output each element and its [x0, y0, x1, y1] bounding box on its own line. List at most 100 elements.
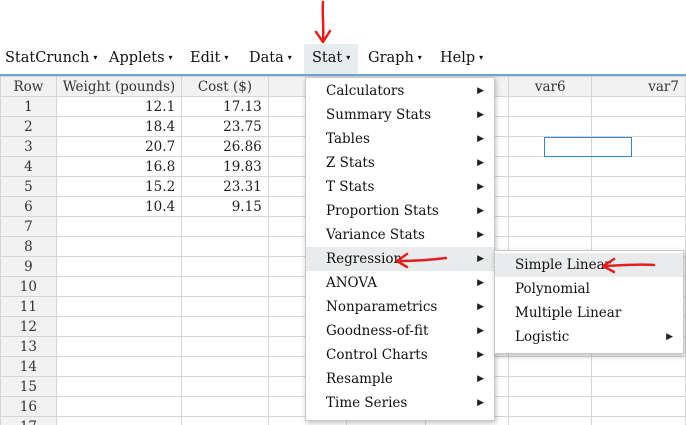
regression-menu-item-simple-linear[interactable]: Simple Linear	[495, 253, 683, 277]
weight-cell[interactable]: 20.7	[55, 136, 183, 157]
cost-cell[interactable]	[181, 376, 269, 397]
weight-cell[interactable]	[55, 396, 183, 417]
stat-menu-item-nonparametrics[interactable]: Nonparametrics ▶	[306, 295, 494, 319]
cost-cell[interactable]	[181, 276, 269, 297]
weight-cell[interactable]	[55, 416, 183, 425]
stat-menu-item-time-series[interactable]: Time Series ▶	[306, 391, 494, 415]
row-number-cell[interactable]: 7	[0, 216, 57, 237]
column-header-row-number[interactable]: Row	[0, 76, 57, 97]
weight-cell[interactable]	[55, 356, 183, 377]
empty-cell[interactable]	[508, 196, 593, 217]
weight-cell[interactable]	[55, 296, 183, 317]
weight-cell[interactable]: 18.4	[55, 116, 183, 137]
row-number-cell[interactable]: 5	[0, 176, 57, 197]
row-number-cell[interactable]: 12	[0, 316, 57, 337]
empty-cell[interactable]	[508, 216, 593, 237]
regression-menu-item-multiple-linear[interactable]: Multiple Linear	[495, 301, 683, 325]
stat-menu-item-proportion-stats[interactable]: Proportion Stats ▶	[306, 199, 494, 223]
cost-cell[interactable]: 23.31	[181, 176, 269, 197]
weight-cell[interactable]	[55, 216, 183, 237]
weight-cell[interactable]	[55, 336, 183, 357]
column-header-var6[interactable]: var6	[508, 76, 593, 97]
row-number-cell[interactable]: 16	[0, 396, 57, 417]
cost-cell[interactable]	[181, 256, 269, 277]
weight-cell[interactable]: 16.8	[55, 156, 183, 177]
stat-menu-item-z-stats[interactable]: Z Stats ▶	[306, 151, 494, 175]
cost-cell[interactable]	[181, 316, 269, 337]
weight-cell[interactable]	[55, 376, 183, 397]
weight-cell[interactable]	[55, 316, 183, 337]
cost-cell[interactable]: 23.75	[181, 116, 269, 137]
empty-cell[interactable]	[508, 396, 593, 417]
column-header-cost[interactable]: Cost ($)	[181, 76, 269, 97]
empty-cell[interactable]	[508, 356, 593, 377]
stat-menu-item-t-stats[interactable]: T Stats ▶	[306, 175, 494, 199]
cost-cell[interactable]: 19.83	[181, 156, 269, 177]
weight-cell[interactable]	[55, 276, 183, 297]
row-number-cell[interactable]: 4	[0, 156, 57, 177]
menu-stat[interactable]: Stat ▾	[304, 44, 359, 74]
weight-cell[interactable]	[55, 256, 183, 277]
row-number-cell[interactable]: 1	[0, 96, 57, 117]
menu-data[interactable]: Data ▾	[249, 44, 292, 74]
stat-menu-item-variance-stats[interactable]: Variance Stats ▶	[306, 223, 494, 247]
row-number-cell[interactable]: 2	[0, 116, 57, 137]
row-number-cell[interactable]: 3	[0, 136, 57, 157]
empty-cell[interactable]	[508, 156, 593, 177]
empty-cell[interactable]	[508, 176, 593, 197]
empty-cell[interactable]	[591, 216, 686, 237]
cost-cell[interactable]	[181, 416, 269, 425]
stat-menu-item-anova[interactable]: ANOVA ▶	[306, 271, 494, 295]
regression-menu-item-logistic[interactable]: Logistic ▶	[495, 325, 683, 349]
weight-cell[interactable]: 12.1	[55, 96, 183, 117]
weight-cell[interactable]: 15.2	[55, 176, 183, 197]
empty-cell[interactable]	[591, 96, 686, 117]
cost-cell[interactable]	[181, 296, 269, 317]
row-number-cell[interactable]: 8	[0, 236, 57, 257]
stat-menu-item-tables[interactable]: Tables ▶	[306, 127, 494, 151]
cost-cell[interactable]	[181, 356, 269, 377]
cost-cell[interactable]	[181, 336, 269, 357]
menu-help[interactable]: Help ▾	[440, 44, 483, 74]
cost-cell[interactable]	[181, 236, 269, 257]
row-number-cell[interactable]: 14	[0, 356, 57, 377]
menu-edit[interactable]: Edit ▾	[190, 44, 228, 74]
stat-menu-item-resample[interactable]: Resample ▶	[306, 367, 494, 391]
empty-cell[interactable]	[591, 416, 686, 425]
empty-cell[interactable]	[591, 356, 686, 377]
row-number-cell[interactable]: 11	[0, 296, 57, 317]
empty-cell[interactable]	[591, 376, 686, 397]
empty-cell[interactable]	[591, 156, 686, 177]
stat-menu-item-regression[interactable]: Regression ▶	[306, 247, 494, 271]
row-number-cell[interactable]: 10	[0, 276, 57, 297]
cost-cell[interactable]	[181, 216, 269, 237]
row-number-cell[interactable]: 6	[0, 196, 57, 217]
column-header-weight[interactable]: Weight (pounds)	[55, 76, 183, 97]
cost-cell[interactable]: 9.15	[181, 196, 269, 217]
row-number-cell[interactable]: 9	[0, 256, 57, 277]
weight-cell[interactable]	[55, 236, 183, 257]
menu-statcrunch[interactable]: StatCrunch ▾	[5, 44, 97, 74]
row-number-cell[interactable]: 13	[0, 336, 57, 357]
empty-cell[interactable]	[508, 116, 593, 137]
menu-graph[interactable]: Graph ▾	[368, 44, 422, 74]
row-number-cell[interactable]: 17	[0, 416, 57, 425]
row-number-cell[interactable]: 15	[0, 376, 57, 397]
menu-applets[interactable]: Applets ▾	[109, 44, 173, 74]
cost-cell[interactable]: 17.13	[181, 96, 269, 117]
empty-cell[interactable]	[591, 196, 686, 217]
empty-cell[interactable]	[591, 396, 686, 417]
cost-cell[interactable]	[181, 396, 269, 417]
stat-menu-item-summary-stats[interactable]: Summary Stats ▶	[306, 103, 494, 127]
empty-cell[interactable]	[508, 416, 593, 425]
stat-menu-item-calculators[interactable]: Calculators ▶	[306, 79, 494, 103]
empty-cell[interactable]	[508, 96, 593, 117]
empty-cell[interactable]	[591, 116, 686, 137]
weight-cell[interactable]: 10.4	[55, 196, 183, 217]
regression-menu-item-polynomial[interactable]: Polynomial	[495, 277, 683, 301]
stat-menu-item-control-charts[interactable]: Control Charts ▶	[306, 343, 494, 367]
cost-cell[interactable]: 26.86	[181, 136, 269, 157]
empty-cell[interactable]	[591, 176, 686, 197]
column-header-var7[interactable]: var7	[591, 76, 686, 97]
empty-cell[interactable]	[508, 376, 593, 397]
